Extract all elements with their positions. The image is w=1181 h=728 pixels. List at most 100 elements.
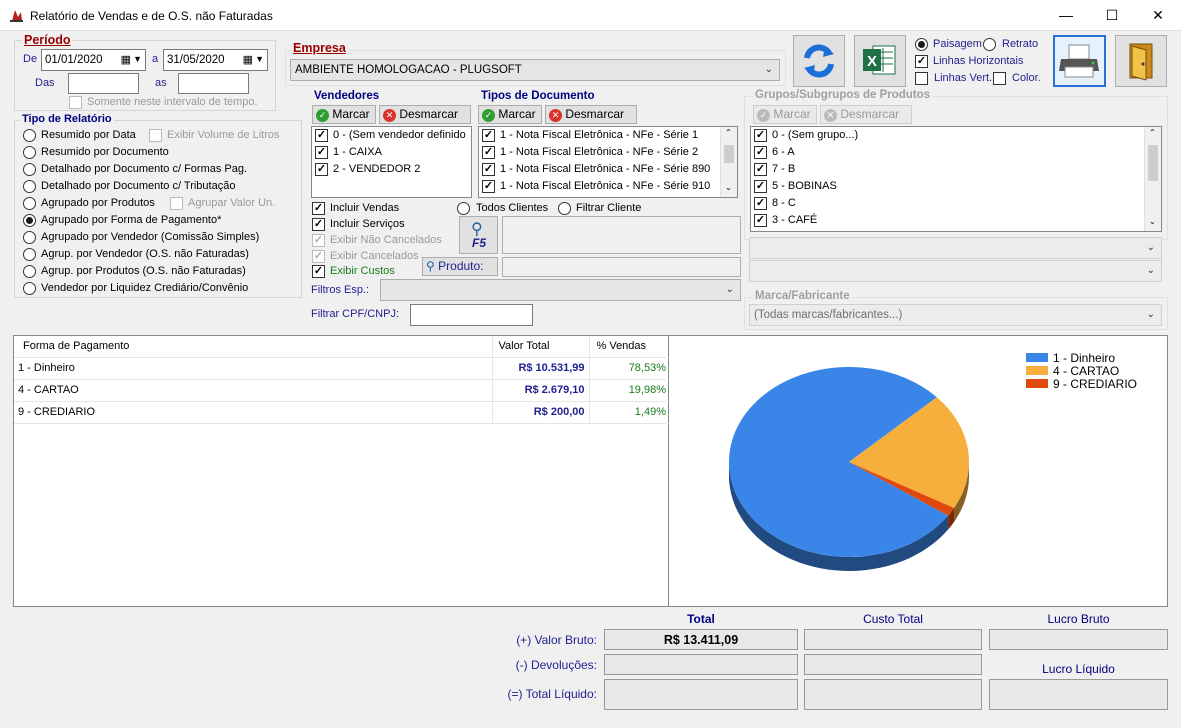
grupos-marcar-button[interactable]: ✓ Marcar [753, 105, 817, 124]
print-button[interactable] [1053, 35, 1106, 87]
chevron-down-icon[interactable]: ▼ [133, 54, 142, 64]
tipos-documento-list[interactable]: ✓ 1 - Nota Fiscal Eletrônica - NFe - Séri… [478, 126, 738, 198]
subgroup-select-1[interactable]: ⌄ [749, 237, 1162, 259]
cpf-input[interactable] [410, 304, 533, 326]
subgroup-select-2[interactable]: ⌄ [749, 260, 1162, 282]
refresh-button[interactable] [793, 35, 845, 87]
filtrar-cliente-radio[interactable] [558, 202, 571, 215]
tipo-relatorio-radio[interactable] [23, 231, 36, 244]
paisagem-label: Paisagem [933, 38, 982, 50]
tipos-scrollbar[interactable]: ⌃ ⌄ [720, 127, 737, 197]
tipos-marcar-button[interactable]: ✓ Marcar [478, 105, 542, 124]
cell-percent: 78,53% [628, 362, 666, 374]
incluir-servicos-label: Incluir Serviços [330, 218, 405, 230]
vendedores-marcar-button[interactable]: ✓ Marcar [312, 105, 376, 124]
close-button[interactable]: ✕ [1135, 0, 1181, 31]
grupos-list[interactable]: ✓ 0 - (Sem grupo...) ✓ 6 - A ✓ 7 - B ✓ 5 - BOBI… [750, 126, 1162, 232]
excel-export-button[interactable]: X [854, 35, 906, 87]
item-checkbox[interactable]: ✓ [754, 163, 767, 176]
custo-total-header: Custo Total [863, 612, 923, 626]
incluir-servicos-checkbox[interactable]: ✓ [312, 218, 325, 231]
pie-chart: 1 - Dinheiro4 - CARTAO9 - CREDIARIO [728, 351, 1137, 571]
lucro-bruto-header: Lucro Bruto [1047, 612, 1110, 626]
chevron-down-icon[interactable]: ▼ [255, 54, 264, 64]
item-checkbox[interactable]: ✓ [315, 163, 328, 176]
linhas-vert-checkbox[interactable] [915, 72, 928, 85]
tipo-relatorio-radio[interactable] [23, 146, 36, 159]
de-label: De [23, 53, 38, 65]
item-checkbox[interactable]: ✓ [754, 180, 767, 193]
tipo-relatorio-radio[interactable] [23, 248, 36, 261]
time-to-input[interactable] [178, 73, 249, 94]
cell-percent: 19,98% [628, 384, 666, 396]
exit-button[interactable] [1115, 35, 1167, 87]
item-checkbox[interactable]: ✓ [315, 146, 328, 159]
table-row[interactable]: 4 - CARTAO R$ 2.679,10 19,98% [14, 379, 670, 401]
tipo-relatorio-radio[interactable] [23, 163, 36, 176]
tipo-relatorio-radio[interactable] [23, 265, 36, 278]
table-row[interactable]: 9 - CREDIARIO R$ 200,00 1,49% [14, 401, 670, 423]
maximize-button[interactable]: ☐ [1089, 0, 1135, 31]
item-checkbox[interactable]: ✓ [754, 197, 767, 210]
linhas-horizontais-checkbox[interactable]: ✓ [915, 55, 928, 68]
check-circle-icon: ✓ [482, 109, 495, 122]
col-valor-total[interactable]: Valor Total [492, 336, 590, 357]
marca-select[interactable]: (Todas marcas/fabricantes...) ⌄ [749, 304, 1162, 326]
produto-input[interactable] [502, 257, 741, 277]
item-checkbox[interactable]: ✓ [754, 146, 767, 159]
item-checkbox[interactable]: ✓ [482, 146, 495, 159]
tipos-desmarcar-button[interactable]: ✕ Desmarcar [545, 105, 637, 124]
date-to-input[interactable]: 31/05/2020 ▦ ▼ [163, 49, 268, 71]
tipo-relatorio-radio[interactable] [23, 282, 36, 295]
incluir-vendas-checkbox[interactable]: ✓ [312, 202, 325, 215]
x-circle-icon: ✕ [549, 109, 562, 122]
valor-bruto-value: R$ 13.411,09 [604, 629, 798, 650]
interval-checkbox[interactable] [69, 96, 82, 109]
check-circle-icon: ✓ [316, 109, 329, 122]
agrupar-valor-checkbox[interactable] [170, 197, 183, 210]
minimize-button[interactable]: — [1043, 0, 1089, 31]
grupos-desmarcar-button[interactable]: ✕ Desmarcar [820, 105, 912, 124]
refresh-icon [804, 44, 834, 78]
tipo-relatorio-radio[interactable] [23, 214, 36, 227]
item-checkbox[interactable]: ✓ [482, 180, 495, 193]
col-percent-vendas[interactable]: % Vendas [589, 336, 670, 357]
item-checkbox[interactable]: ✓ [482, 129, 495, 142]
date-from-input[interactable]: 01/01/2020 ▦ ▼ [41, 49, 146, 71]
table-row[interactable]: 1 - Dinheiro R$ 10.531,99 78,53% [14, 357, 670, 379]
item-checkbox[interactable]: ✓ [754, 129, 767, 142]
calendar-icon[interactable]: ▦ [243, 53, 253, 66]
item-checkbox[interactable]: ✓ [482, 163, 495, 176]
search-client-button[interactable]: ⚲ F5 [459, 216, 498, 254]
grupos-scrollbar[interactable]: ⌃ ⌄ [1144, 127, 1161, 231]
produto-button[interactable]: ⚲ Produto: [422, 257, 498, 276]
vendedores-list[interactable]: ✓ 0 - (Sem vendedor definido ✓ 1 - CAIXA ✓ 2 … [311, 126, 472, 198]
tipo-relatorio-option: Vendedor por Liquidez Crediário/Convênio [41, 282, 249, 294]
chevron-down-icon: ⌄ [1146, 309, 1155, 320]
vendedores-desmarcar-button[interactable]: ✕ Desmarcar [379, 105, 471, 124]
client-input[interactable] [502, 216, 741, 254]
exibir-volume-checkbox[interactable] [149, 129, 162, 142]
empresa-select[interactable]: AMBIENTE HOMOLOGACAO - PLUGSOFT ⌄ [290, 59, 780, 81]
color-checkbox[interactable] [993, 72, 1006, 85]
tipo-relatorio-radio[interactable] [23, 180, 36, 193]
calendar-icon[interactable]: ▦ [121, 53, 131, 66]
printer-icon [1059, 44, 1099, 78]
tipo-relatorio-radio[interactable] [23, 129, 36, 142]
paisagem-radio[interactable] [915, 38, 928, 51]
col-forma-pagamento[interactable]: Forma de Pagamento [14, 336, 493, 357]
marcar-label: Marcar [332, 107, 370, 121]
todos-clientes-radio[interactable] [457, 202, 470, 215]
tipo-relatorio-option: Agrupado por Vendedor (Comissão Simples) [41, 231, 260, 243]
exibir-cancelados-checkbox[interactable]: ✓ [312, 250, 325, 263]
retrato-radio[interactable] [983, 38, 996, 51]
legend-label: 1 - Dinheiro [1053, 351, 1115, 365]
item-checkbox[interactable]: ✓ [754, 214, 767, 227]
filtros-esp-select[interactable]: ⌄ [380, 279, 741, 301]
time-from-input[interactable] [68, 73, 139, 94]
door-exit-icon [1129, 43, 1153, 81]
tipo-relatorio-radio[interactable] [23, 197, 36, 210]
exibir-custos-checkbox[interactable]: ✓ [312, 265, 325, 278]
exibir-nao-cancelados-checkbox[interactable]: ✓ [312, 234, 325, 247]
item-checkbox[interactable]: ✓ [315, 129, 328, 142]
